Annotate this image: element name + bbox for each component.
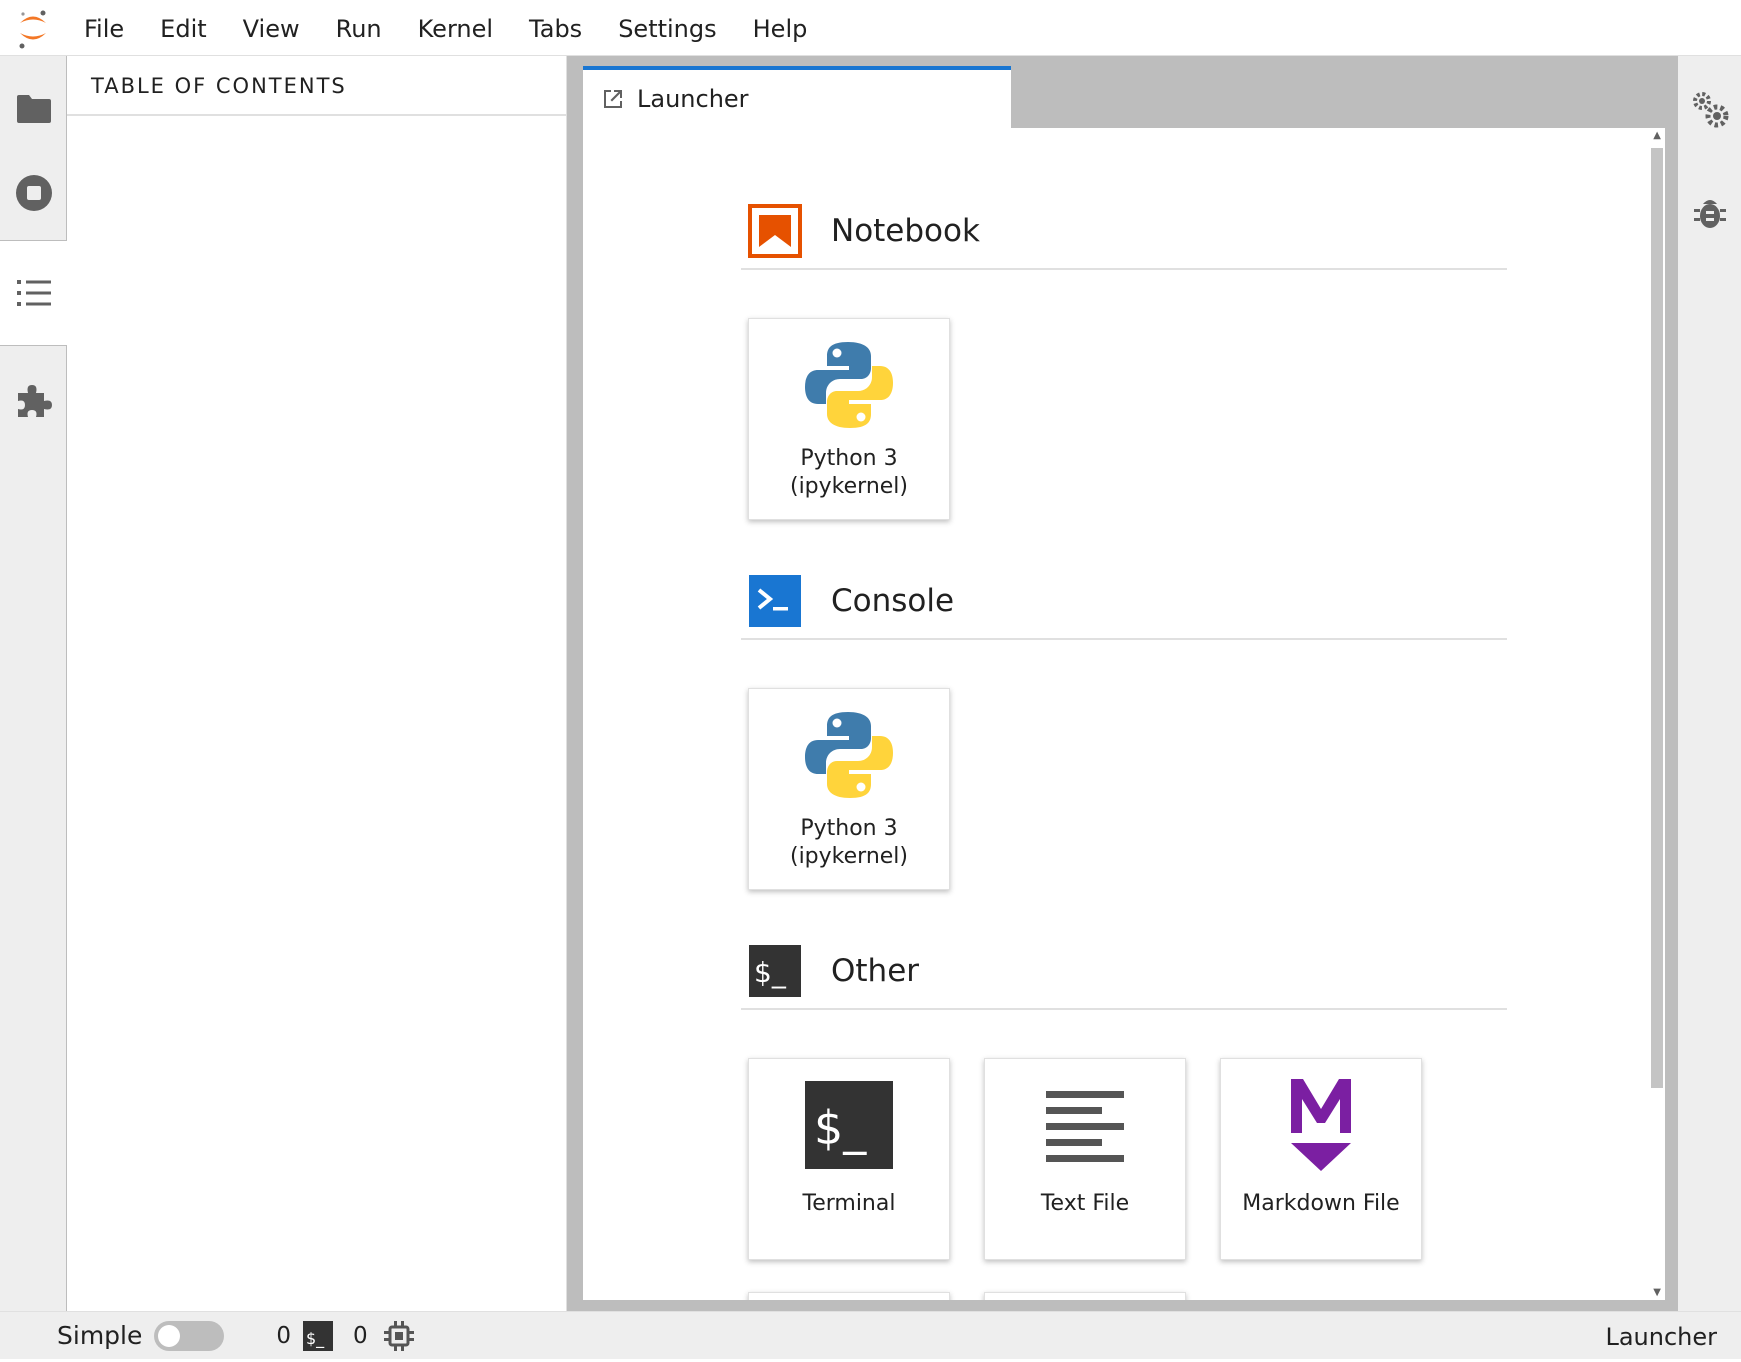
notebook-python3-label-line2: (ipykernel) — [789, 474, 908, 499]
markdown-file-card[interactable]: Markdown File — [1220, 1058, 1422, 1260]
vertical-scrollbar[interactable]: ▲ ▼ — [1647, 128, 1665, 1300]
menu-run[interactable]: Run — [318, 0, 400, 56]
menu-tabs[interactable]: Tabs — [511, 0, 600, 56]
menu-view[interactable]: View — [225, 0, 318, 56]
markdown-file-label: Markdown File — [1242, 1191, 1400, 1216]
property-inspector-button[interactable] — [1678, 64, 1741, 154]
launch-icon — [604, 90, 622, 108]
terminals-count[interactable]: 0 — [276, 1323, 291, 1349]
tab-bar: Launcher — [583, 66, 1665, 128]
debugger-button[interactable] — [1678, 168, 1741, 258]
status-bar: Simple 0 $_ 0 Launcher — [0, 1311, 1741, 1359]
terminal-card[interactable]: $_ Terminal — [748, 1058, 950, 1260]
scroll-up-arrow-icon[interactable]: ▲ — [1653, 130, 1661, 141]
terminal-label: Terminal — [802, 1191, 896, 1216]
console-icon — [747, 573, 803, 629]
svg-text:$_: $_ — [814, 1101, 867, 1155]
notebook-icon — [747, 203, 803, 259]
menu-settings[interactable]: Settings — [600, 0, 734, 56]
main-dock-area: Launcher ▲ ▼ Notebook Python 3 (ipykerne… — [567, 56, 1677, 1311]
left-sidebar — [0, 56, 68, 1311]
console-python3-card[interactable]: Python 3 (ipykernel) — [748, 688, 950, 890]
menu-file[interactable]: File — [66, 0, 142, 56]
folder-icon — [16, 95, 51, 123]
puzzle-icon — [17, 385, 52, 417]
python-icon — [803, 339, 895, 431]
text-file-card[interactable]: Text File — [984, 1058, 1186, 1260]
simple-mode-toggle[interactable] — [154, 1320, 225, 1351]
notebook-python3-label: Python 3 (ipykernel) — [790, 445, 908, 501]
scrollbar-thumb[interactable] — [1651, 148, 1663, 1088]
menu-help[interactable]: Help — [735, 0, 826, 56]
stop-circle-icon — [15, 175, 52, 211]
kernel-chip-icon[interactable] — [383, 1320, 414, 1351]
property-inspector-icon — [1693, 92, 1729, 128]
notebook-python3-card[interactable]: Python 3 (ipykernel) — [748, 318, 950, 520]
text-file-label: Text File — [1040, 1191, 1130, 1216]
console-python3-label: Python 3 (ipykernel) — [790, 815, 908, 871]
section-other-header: $_ Other — [741, 934, 1507, 1010]
section-console-header: Console — [741, 564, 1507, 640]
running-sessions-button[interactable] — [0, 140, 67, 246]
section-console-title: Console — [831, 583, 955, 619]
markdown-icon — [1275, 1079, 1367, 1171]
simple-mode-label: Simple — [57, 1321, 143, 1350]
menu-edit[interactable]: Edit — [142, 0, 224, 56]
tab-launcher[interactable]: Launcher — [583, 66, 1011, 128]
kernels-count[interactable]: 0 — [353, 1323, 368, 1349]
notebook-python3-label-line1: Python 3 — [800, 446, 898, 471]
python-icon — [803, 709, 895, 801]
toggle-knob — [158, 1324, 181, 1347]
terminal-status-icon[interactable]: $_ — [303, 1320, 334, 1351]
tab-launcher-label: Launcher — [637, 85, 749, 113]
launcher-panel: ▲ ▼ Notebook Python 3 (ipykernel) Consol… — [583, 128, 1665, 1300]
menu-kernel[interactable]: Kernel — [400, 0, 511, 56]
text-file-icon — [1039, 1079, 1131, 1171]
section-notebook-title: Notebook — [831, 213, 980, 249]
section-notebook-header: Notebook — [741, 194, 1507, 270]
toc-title: TABLE OF CONTENTS — [67, 56, 566, 116]
console-python3-label-line1: Python 3 — [800, 816, 898, 841]
menu-bar: File Edit View Run Kernel Tabs Settings … — [0, 0, 1741, 56]
right-sidebar — [1677, 56, 1741, 1311]
debugger-icon — [1694, 200, 1726, 228]
launcher-card-partial[interactable] — [748, 1292, 950, 1300]
table-of-contents-button[interactable] — [0, 240, 68, 346]
extension-manager-button[interactable] — [0, 348, 67, 454]
svg-text:$_: $_ — [754, 956, 787, 989]
svg-text:$_: $_ — [306, 1329, 325, 1349]
jupyter-logo-icon — [0, 0, 66, 56]
status-current-widget: Launcher — [1605, 1323, 1717, 1351]
list-icon — [17, 280, 51, 306]
launcher-card-partial[interactable] — [984, 1292, 1186, 1300]
table-of-contents-panel: TABLE OF CONTENTS — [67, 56, 567, 1311]
console-python3-label-line2: (ipykernel) — [789, 844, 908, 869]
scroll-down-arrow-icon[interactable]: ▼ — [1653, 1287, 1661, 1298]
terminal-icon: $_ — [747, 943, 803, 999]
section-other-title: Other — [831, 953, 920, 989]
terminal-icon: $_ — [803, 1079, 895, 1171]
